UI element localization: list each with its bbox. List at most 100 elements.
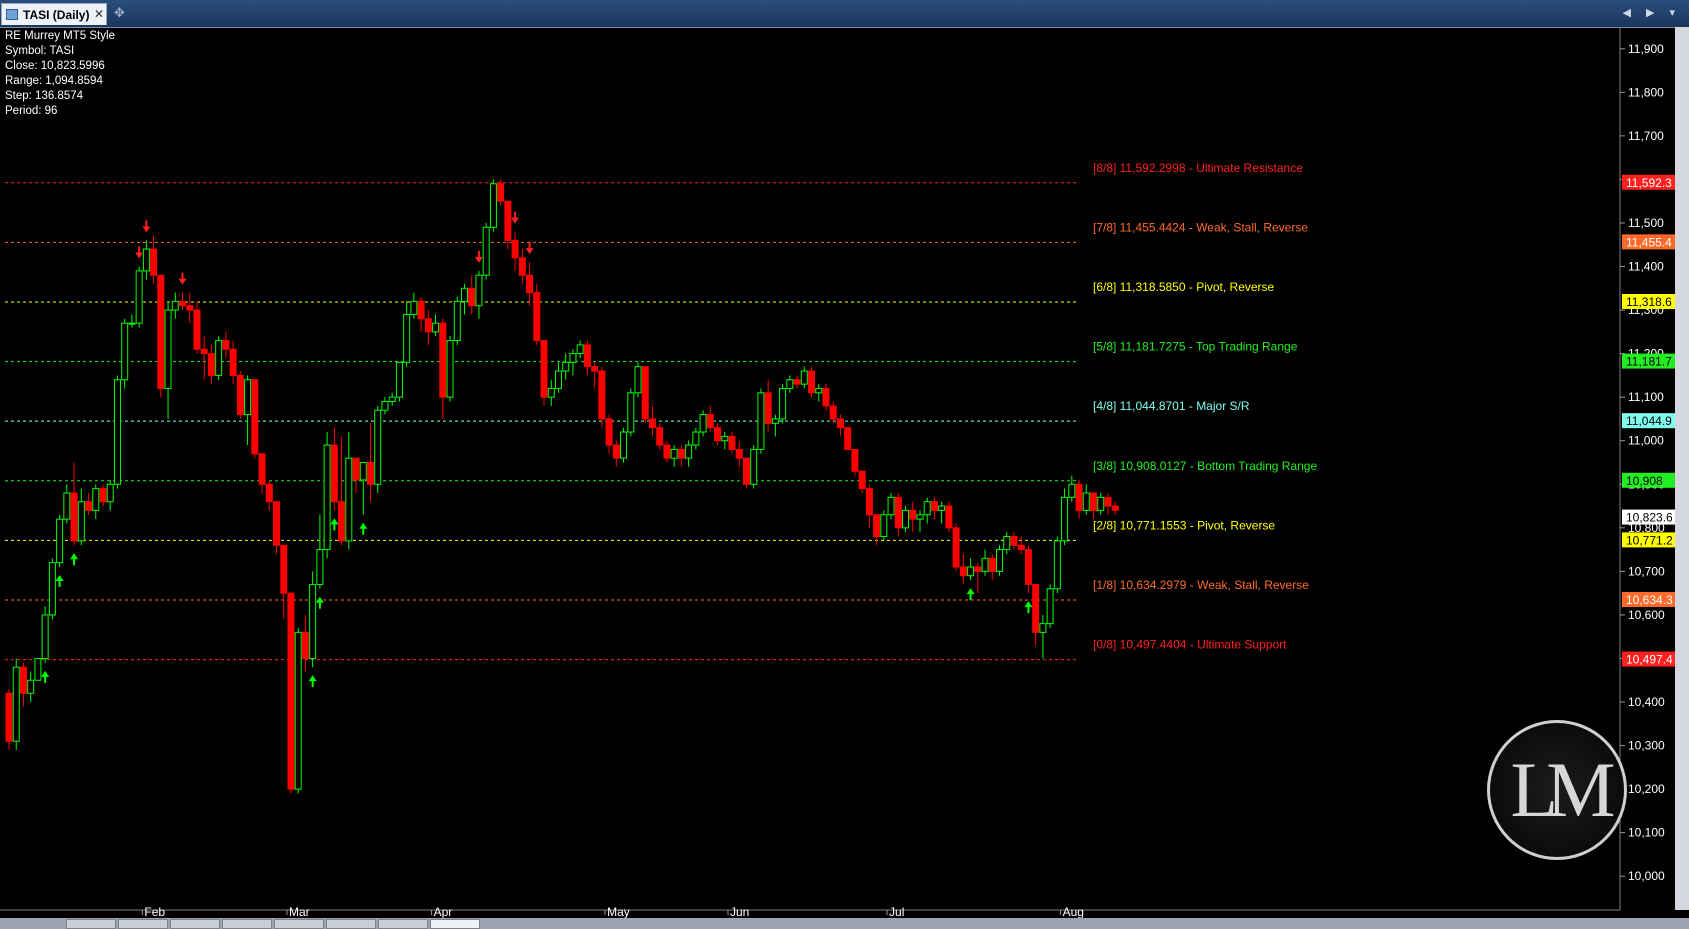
candle-body xyxy=(576,344,584,355)
candle-body xyxy=(735,448,743,459)
buy-arrow-icon xyxy=(70,553,79,566)
candle-body xyxy=(1061,496,1069,542)
sheet-tab[interactable] xyxy=(326,919,376,929)
close-icon[interactable]: ✕ xyxy=(94,7,104,21)
candle-body xyxy=(779,387,787,420)
y-tick-label: 11,700 xyxy=(1628,129,1664,143)
murrey-level-label: [2/8] 10,771.1553 - Pivot, Reverse xyxy=(1093,518,1275,532)
candle-body xyxy=(309,583,317,659)
study-info: RE Murrey MT5 Style Symbol: TASI Close: … xyxy=(5,29,115,119)
candle-body xyxy=(1090,492,1097,511)
candle-body xyxy=(988,557,996,572)
candle-body xyxy=(641,366,649,420)
murrey-level-label: [6/8] 11,318.5850 - Pivot, Reverse xyxy=(1093,280,1275,294)
candle-body xyxy=(829,405,837,420)
candle-body xyxy=(446,340,454,398)
candle-body xyxy=(1032,583,1040,633)
lm-logo: LM xyxy=(1487,720,1627,860)
candle-body xyxy=(251,379,259,455)
y-tick-label: 11,800 xyxy=(1628,85,1664,99)
candle-body xyxy=(663,444,671,459)
y-tick-label: 10,000 xyxy=(1628,869,1665,883)
sheet-tab[interactable] xyxy=(170,919,220,929)
candle-body xyxy=(894,496,902,529)
sell-arrow-icon xyxy=(525,242,534,255)
candle-body xyxy=(815,387,823,394)
y-tick-label: 11,000 xyxy=(1628,434,1664,448)
candle-body xyxy=(258,453,266,485)
sheet-tab[interactable] xyxy=(222,919,272,929)
candle-body xyxy=(179,300,187,307)
candle-body xyxy=(967,566,975,577)
candle-body xyxy=(381,401,389,411)
candle-body xyxy=(367,462,374,485)
candle-body xyxy=(5,692,13,742)
murrey-level-badge-text: 10,908 xyxy=(1626,474,1663,488)
pin-icon[interactable]: ✥ xyxy=(114,5,125,21)
candle-body xyxy=(497,183,505,202)
candle-body xyxy=(526,274,534,294)
sell-arrow-icon xyxy=(142,220,151,233)
step-label: Step: 136.8574 xyxy=(5,90,84,102)
murrey-level-badge-text: 11,592.3 xyxy=(1626,176,1672,190)
candle-body xyxy=(656,427,664,446)
candle-body xyxy=(142,248,150,272)
sheet-tab[interactable] xyxy=(118,919,168,929)
candle-body xyxy=(236,374,244,416)
candle-body xyxy=(229,348,237,376)
buy-arrow-icon xyxy=(1024,601,1033,614)
buy-arrow-icon xyxy=(308,675,317,688)
range-label: Range: 1,094.8594 xyxy=(5,75,103,87)
candle-body xyxy=(106,483,114,503)
buy-arrow-icon xyxy=(359,522,368,535)
buy-arrow-icon xyxy=(41,670,50,683)
candle-body xyxy=(800,370,808,385)
candle-body xyxy=(287,592,295,790)
sheet-tab-active[interactable] xyxy=(430,919,480,929)
window-controls[interactable]: ◀ ▶ ▾ xyxy=(1622,6,1681,19)
candle-body xyxy=(605,418,613,446)
candle-body xyxy=(186,305,194,311)
candle-body xyxy=(27,679,35,694)
candle-body xyxy=(938,505,946,511)
candle-body xyxy=(1046,588,1054,625)
candle-body xyxy=(764,392,772,424)
candle-body xyxy=(620,431,628,459)
candle-body xyxy=(215,340,223,376)
candle-body xyxy=(395,361,403,398)
sheet-tab[interactable] xyxy=(66,919,116,929)
candle-body xyxy=(338,501,346,542)
chart-tab[interactable]: TASI (Daily) ✕ xyxy=(1,3,107,25)
candle-body xyxy=(1111,505,1119,511)
candle-body xyxy=(113,379,121,485)
murrey-level-label: [4/8] 11,044.8701 - Major S/R xyxy=(1093,399,1250,413)
candle-body xyxy=(1082,492,1090,511)
candle-body xyxy=(670,448,678,459)
candle-body xyxy=(244,379,252,416)
sheet-tab[interactable] xyxy=(274,919,324,929)
candle-body xyxy=(63,492,71,520)
price-chart[interactable]: 10,00010,10010,20010,30010,40010,50010,6… xyxy=(0,27,1689,918)
candle-body xyxy=(851,448,859,472)
candle-body xyxy=(909,509,917,520)
x-tick-label: Mar xyxy=(289,905,310,918)
candle-body xyxy=(916,514,924,520)
candle-body xyxy=(547,387,555,398)
candle-body xyxy=(714,427,722,442)
candle-body xyxy=(677,448,685,459)
y-tick-label: 10,400 xyxy=(1628,695,1665,709)
x-tick-label: Aug xyxy=(1063,905,1084,918)
sell-arrow-icon xyxy=(178,272,187,285)
candle-body xyxy=(742,457,750,485)
x-tick-label: Apr xyxy=(434,905,453,918)
close-label: Close: 10,823.5996 xyxy=(5,60,105,72)
y-tick-label: 10,100 xyxy=(1628,826,1665,840)
candle-body xyxy=(930,501,938,511)
sheet-tab[interactable] xyxy=(378,919,428,929)
candle-body xyxy=(518,257,526,276)
murrey-level-badge-text: 11,455.4 xyxy=(1626,235,1672,249)
buy-arrow-icon xyxy=(966,588,975,601)
period-label: Period: 96 xyxy=(5,105,58,117)
candle-body xyxy=(865,488,873,516)
y-tick-label: 10,600 xyxy=(1628,608,1665,622)
